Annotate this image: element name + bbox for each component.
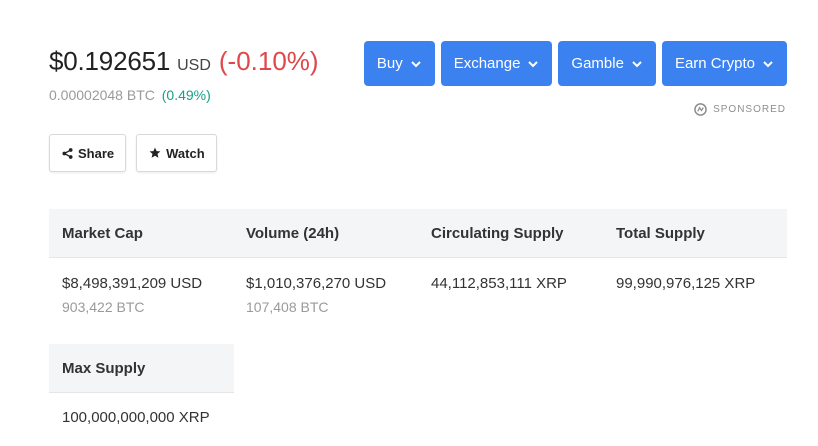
btc-price-change: (0.49%) bbox=[161, 87, 211, 103]
volume-usd: $1,010,376,270 USD bbox=[246, 275, 387, 292]
circulating-supply-header: Circulating Supply bbox=[431, 224, 564, 242]
max-supply-header: Max Supply bbox=[49, 344, 234, 393]
share-icon bbox=[62, 147, 73, 159]
sponsored-link[interactable]: SPONSORED bbox=[694, 103, 786, 116]
earn-crypto-dropdown-button[interactable]: Earn Crypto bbox=[661, 41, 787, 86]
market-cap-usd: $8,498,391,209 USD bbox=[62, 275, 203, 292]
watch-button-label: Watch bbox=[166, 145, 205, 161]
action-buttons: Buy Exchange Gamble Earn Crypto bbox=[363, 41, 787, 86]
volume-cell: $1,010,376,270 USD 107,408 BTC bbox=[233, 258, 418, 344]
btc-price-line: 0.00002048 BTC (0.49%) bbox=[49, 87, 319, 103]
circulating-supply-cell: 44,112,853,111 XRP bbox=[418, 258, 603, 344]
gamble-dropdown-button[interactable]: Gamble bbox=[558, 41, 656, 86]
stats-table: Market Cap Volume (24h) Circulating Supp… bbox=[49, 209, 787, 344]
exchange-button-label: Exchange bbox=[453, 55, 521, 72]
volume-header: Volume (24h) bbox=[246, 224, 340, 242]
share-button-label: Share bbox=[78, 145, 115, 161]
max-supply-value: 100,000,000,000 XRP bbox=[62, 409, 210, 426]
chevron-down-icon bbox=[410, 60, 421, 67]
chevron-down-icon bbox=[528, 60, 539, 67]
price-value: $0.192651 bbox=[49, 46, 171, 76]
price-change: (-0.10%) bbox=[218, 46, 319, 76]
circulating-supply-value: 44,112,853,111 XRP bbox=[431, 275, 567, 292]
market-cap-cell: $8,498,391,209 USD 903,422 BTC bbox=[49, 258, 233, 344]
buy-dropdown-button[interactable]: Buy bbox=[363, 41, 435, 86]
social-actions: Share Watch bbox=[49, 134, 217, 172]
chevron-down-icon bbox=[632, 60, 642, 67]
earn-crypto-button-label: Earn Crypto bbox=[674, 55, 755, 72]
total-supply-cell: 99,990,976,125 XRP bbox=[603, 258, 787, 344]
total-supply-value: 99,990,976,125 XRP bbox=[616, 275, 756, 292]
stats-header-row: Market Cap Volume (24h) Circulating Supp… bbox=[49, 209, 787, 258]
volume-btc: 107,408 BTC bbox=[246, 299, 329, 315]
market-cap-btc: 903,422 BTC bbox=[62, 299, 145, 315]
max-supply-table: Max Supply 100,000,000,000 XRP bbox=[49, 344, 234, 426]
stats-value-row: $8,498,391,209 USD 903,422 BTC $1,010,37… bbox=[49, 258, 787, 344]
buy-button-label: Buy bbox=[376, 55, 403, 72]
share-button[interactable]: Share bbox=[49, 134, 127, 172]
btc-price-value: 0.00002048 BTC bbox=[49, 87, 155, 103]
coinzilla-logo-icon bbox=[694, 103, 707, 116]
gamble-button-label: Gamble bbox=[571, 55, 624, 72]
exchange-dropdown-button[interactable]: Exchange bbox=[440, 41, 553, 86]
star-icon bbox=[149, 147, 161, 158]
total-supply-header: Total Supply bbox=[616, 224, 705, 242]
watch-button[interactable]: Watch bbox=[136, 134, 217, 172]
price-line: $0.192651 USD (-0.10%) bbox=[49, 46, 319, 77]
sponsored-label: SPONSORED bbox=[713, 104, 786, 115]
chevron-down-icon bbox=[763, 60, 773, 67]
market-cap-header: Market Cap bbox=[62, 224, 143, 242]
price-currency: USD bbox=[177, 57, 211, 74]
price-block: $0.192651 USD (-0.10%) 0.00002048 BTC (0… bbox=[49, 46, 319, 103]
